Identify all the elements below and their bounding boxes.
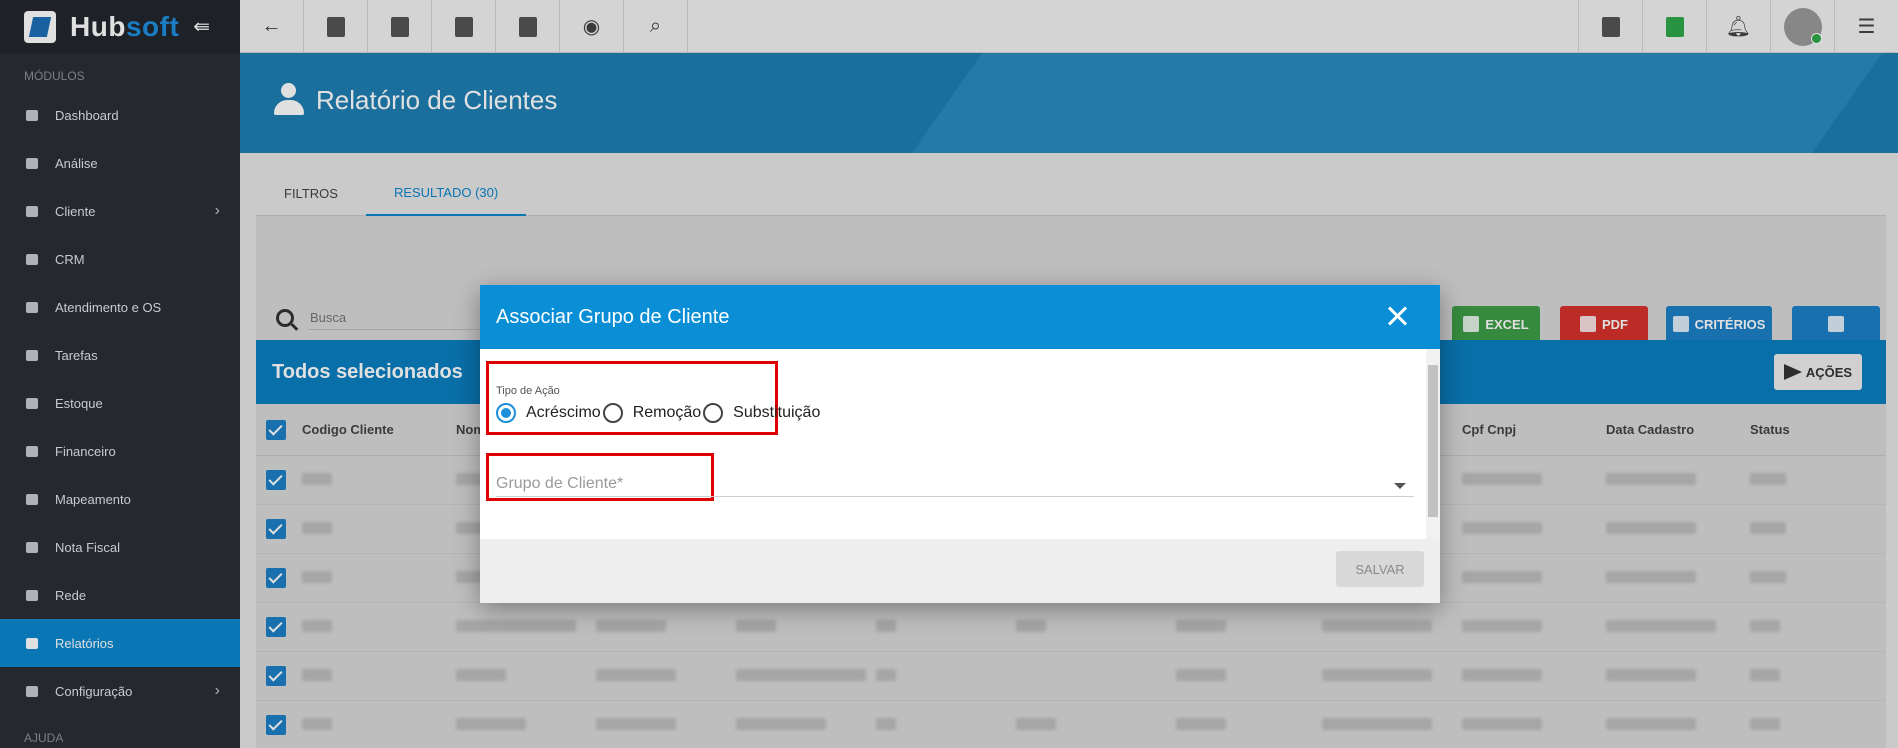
grupo-cliente-placeholder: Grupo de Cliente* — [496, 475, 624, 492]
radio-unselected-icon — [602, 403, 623, 423]
modal-scrollbar[interactable] — [1426, 349, 1440, 539]
tipo-acao-label: Tipo de Ação — [496, 385, 560, 397]
caret-down-icon — [1394, 483, 1406, 489]
modal-header: Associar Grupo de Cliente — [480, 285, 1440, 349]
radio-substituicao[interactable]: Substituição — [701, 403, 820, 423]
associar-grupo-modal: Associar Grupo de Cliente Tipo de Ação A… — [480, 285, 1440, 603]
grupo-cliente-select[interactable]: Grupo de Cliente* — [496, 467, 1414, 497]
save-button[interactable]: SALVAR — [1336, 551, 1424, 587]
radio-label: Remoção — [632, 404, 702, 421]
close-icon[interactable] — [1386, 305, 1408, 327]
radio-remocao[interactable]: Remoção — [601, 403, 701, 423]
modal-footer: SALVAR — [480, 539, 1440, 603]
tipo-acao-radio-group: Acréscimo Remoção Substituição — [496, 403, 820, 423]
modal-title: Associar Grupo de Cliente — [496, 305, 730, 328]
highlight-box-tipo-acao — [486, 361, 778, 435]
radio-label: Substituição — [733, 404, 821, 421]
radio-unselected-icon — [703, 403, 724, 423]
radio-label: Acréscimo — [526, 404, 601, 421]
scroll-thumb[interactable] — [1428, 365, 1438, 517]
radio-acrescimo[interactable]: Acréscimo — [496, 403, 601, 423]
radio-selected-icon — [496, 403, 516, 423]
modal-body: Tipo de Ação Acréscimo Remoção Substitui… — [480, 349, 1440, 539]
